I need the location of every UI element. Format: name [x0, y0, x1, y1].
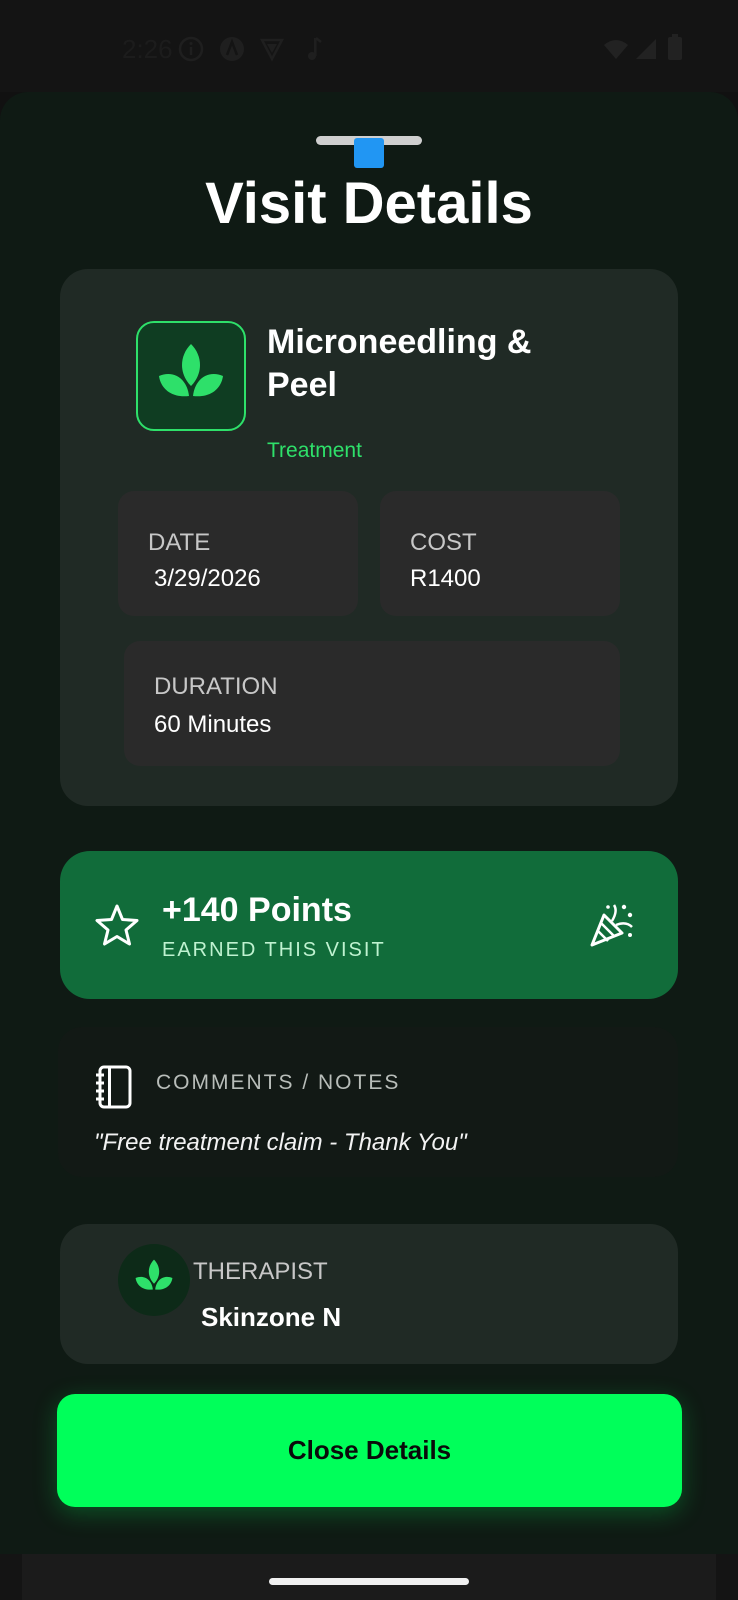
points-title: +140 Points — [162, 891, 352, 929]
party-popper-icon — [588, 901, 636, 954]
leaf-icon — [131, 1255, 177, 1306]
close-details-button[interactable]: Close Details — [57, 1394, 682, 1507]
therapist-card: THERAPIST Skinzone N — [60, 1224, 678, 1364]
status-time: 2:26 — [122, 34, 173, 64]
navigation-bar-surface — [22, 1554, 716, 1600]
page-title: Visit Details — [205, 171, 533, 236]
signal-icon — [634, 38, 658, 65]
duration-label: DURATION — [154, 673, 278, 700]
notes-text: "Free treatment claim - Thank You" — [94, 1129, 467, 1156]
duration-tile: DURATION 60 Minutes — [124, 641, 620, 766]
star-icon — [94, 903, 140, 952]
points-earned-card: +140 Points EARNED THIS VISIT — [60, 851, 678, 999]
therapist-label: THERAPIST — [193, 1258, 328, 1285]
navigation-bar — [0, 1554, 738, 1600]
app-a-icon — [219, 36, 245, 67]
duration-value: 60 Minutes — [154, 711, 272, 738]
shield-icon — [259, 36, 285, 67]
notes-card: COMMENTS / NOTES "Free treatment claim -… — [58, 1027, 678, 1177]
therapist-name: Skinzone N — [201, 1302, 342, 1332]
wifi-icon — [603, 38, 629, 65]
home-gesture-pill[interactable] — [269, 1578, 469, 1585]
visit-details-sheet: Visit Details Microneedling & Peel Treat… — [0, 92, 738, 1554]
date-label: DATE — [148, 529, 211, 556]
battery-icon — [668, 34, 682, 65]
cost-value: R1400 — [410, 565, 481, 592]
notes-label: COMMENTS / NOTES — [156, 1071, 401, 1094]
visit-name: Microneedling & Peel — [267, 323, 532, 404]
visit-info-card: Microneedling & Peel Treatment DATE 3/29… — [60, 269, 678, 806]
visit-type-label: Treatment — [267, 439, 362, 462]
info-icon — [178, 36, 204, 67]
notebook-icon — [94, 1065, 134, 1114]
points-subtitle: EARNED THIS VISIT — [162, 939, 386, 961]
cost-label: COST — [410, 529, 477, 556]
status-bar: 2:26 — [0, 0, 738, 92]
leaf-icon — [136, 321, 246, 431]
music-note-icon — [304, 36, 324, 67]
therapist-avatar — [118, 1244, 190, 1316]
cost-tile: COST R1400 — [380, 491, 620, 616]
date-tile: DATE 3/29/2026 — [118, 491, 358, 616]
drag-indicator — [354, 138, 384, 168]
date-value: 3/29/2026 — [154, 565, 261, 592]
